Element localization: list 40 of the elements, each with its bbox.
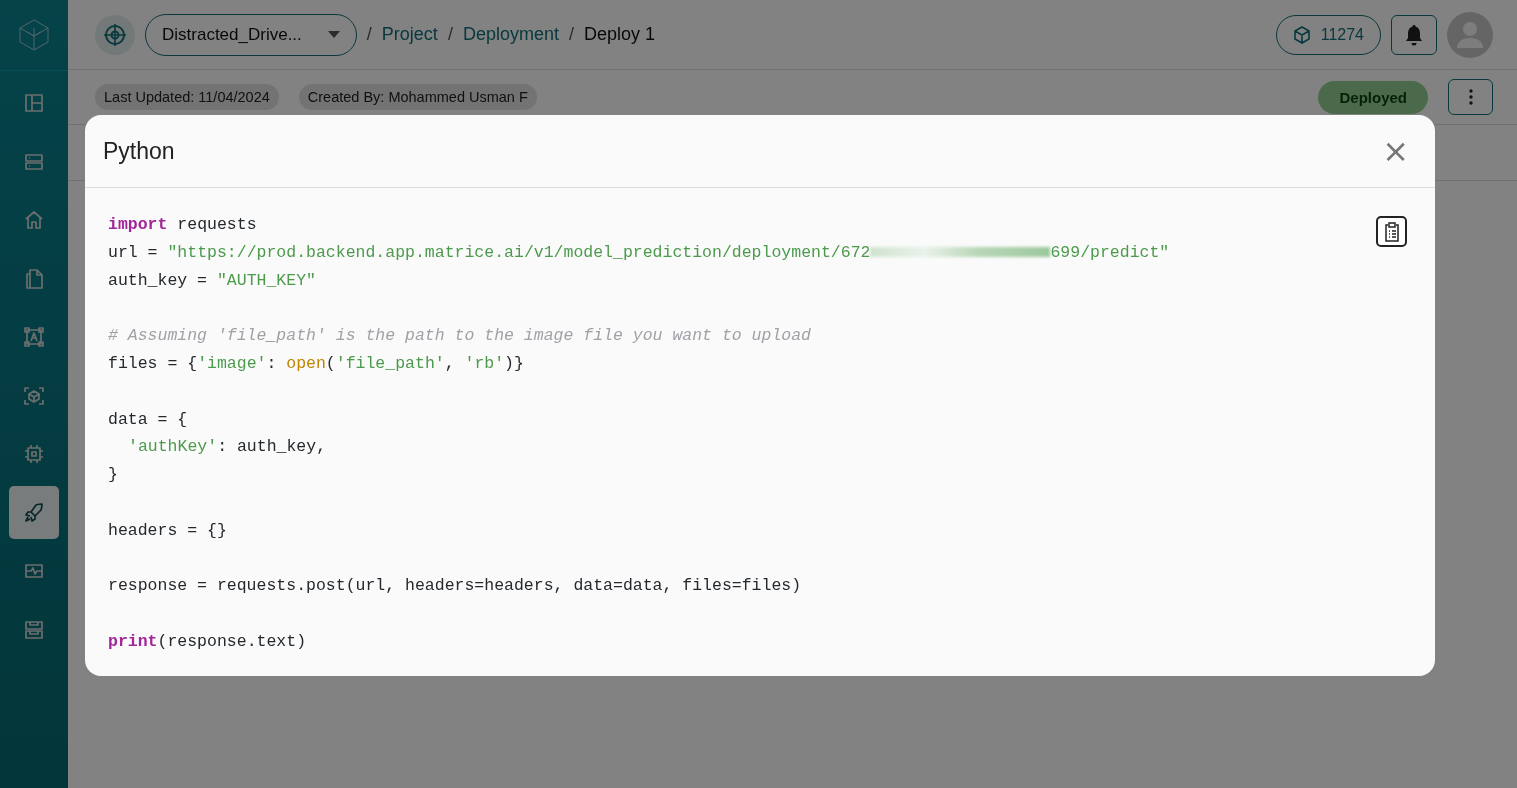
credits-button[interactable]: 11274 xyxy=(1275,14,1381,55)
info-chip: Created By: Mohammed Usman F xyxy=(298,84,537,110)
code-line: print(response.text) xyxy=(108,630,307,653)
code-line: data = { xyxy=(108,408,188,431)
caret-icon xyxy=(327,31,340,38)
dialog-title: Python xyxy=(103,137,175,165)
breadcrumb-separator: / xyxy=(447,24,453,45)
breadcrumb-link[interactable]: Project xyxy=(381,24,438,45)
info-chip: Last Updated: 11/04/2024 xyxy=(95,84,279,110)
breadcrumb-separator: / xyxy=(366,24,372,45)
code-line: files = {'image': open('file_path', 'rb')} xyxy=(108,353,524,375)
code-line: auth_key = "AUTH_KEY" xyxy=(108,269,316,292)
code-line: response = requests.post(url, headers=headers, data=data, files=files) xyxy=(108,575,802,598)
breadcrumb-separator: / xyxy=(568,24,574,45)
status-badge: Deployed xyxy=(1318,80,1428,114)
cube-logo-icon[interactable] xyxy=(17,18,51,52)
project-dropdown[interactable]: Distracted_Drive... xyxy=(145,13,357,56)
code-line: headers = {} xyxy=(108,519,227,542)
close-button[interactable]: × xyxy=(1378,135,1413,167)
cube-icon xyxy=(1292,25,1311,44)
sidebar-nav-item[interactable] xyxy=(9,486,59,539)
nav-icon xyxy=(22,500,46,525)
breadcrumb-link[interactable]: Deploy 1 xyxy=(583,24,655,45)
code-line: import requests xyxy=(108,214,257,236)
target-icon[interactable] xyxy=(95,14,135,55)
nav-icon xyxy=(22,91,46,115)
nav-icon xyxy=(22,442,46,466)
code-line: url = "https://prod.backend.app.matrice.ai/v1/model_prediction/deployment/672 699/predict" xyxy=(108,241,1170,264)
code-line: 'authKey': auth_key, xyxy=(127,436,327,459)
breadcrumb-link[interactable]: Deployment xyxy=(462,24,559,45)
bell-icon xyxy=(1404,23,1424,46)
more-button[interactable] xyxy=(1448,79,1493,115)
code-line: # Assuming 'file_path' is the path to the image file you want to upload xyxy=(108,325,811,348)
clipboard-icon xyxy=(1383,221,1400,242)
code-line: } xyxy=(108,464,118,487)
copy-button[interactable] xyxy=(1376,216,1407,247)
nav-icon xyxy=(22,325,46,349)
notifications-button[interactable] xyxy=(1391,14,1437,55)
avatar-icon[interactable] xyxy=(1447,11,1493,58)
more-icon xyxy=(1468,89,1473,105)
